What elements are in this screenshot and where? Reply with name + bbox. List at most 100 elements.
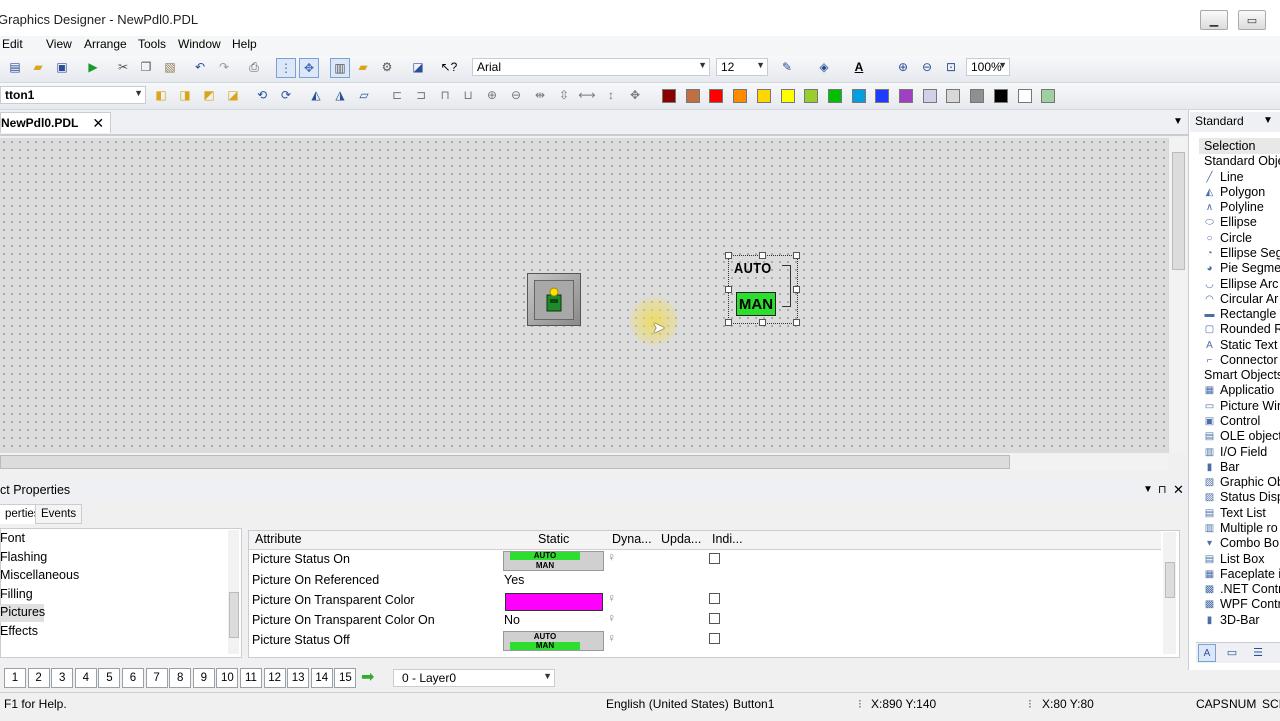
open-folder-icon[interactable]: ▰ <box>29 58 47 76</box>
lightbulb-icon[interactable]: ♀ <box>607 611 616 625</box>
tab-events[interactable]: Events <box>35 504 83 524</box>
close-panel-icon[interactable]: ✕ <box>1173 482 1184 498</box>
color-swatch[interactable] <box>780 89 795 103</box>
palette-item-text-list[interactable]: Text List <box>1220 506 1266 520</box>
palette-icon[interactable]: ⚙ <box>378 58 396 76</box>
palette-item-faceplate-i[interactable]: Faceplate i <box>1220 567 1280 581</box>
palette-item-ellipse[interactable]: Ellipse <box>1220 215 1257 229</box>
menu-arrange[interactable]: Arrange <box>84 37 127 51</box>
static-value[interactable]: Yes <box>504 573 524 587</box>
palette-item-picture-win[interactable]: Picture Win <box>1220 399 1280 413</box>
transparent-color-swatch[interactable] <box>505 593 603 611</box>
color-swatch[interactable] <box>970 89 985 103</box>
flip-vertical-icon[interactable]: ◮ <box>331 86 349 104</box>
tree-item-font[interactable]: Font <box>0 531 25 545</box>
color-swatch[interactable] <box>922 89 937 103</box>
layer-button-7[interactable]: 7 <box>145 668 168 688</box>
palette-item-applicatio[interactable]: Applicatio <box>1220 383 1274 397</box>
zoom-in-icon[interactable]: ⊕ <box>894 58 912 76</box>
tree-item-miscellaneous[interactable]: Miscellaneous <box>0 568 79 582</box>
copy-icon[interactable]: ❐ <box>137 58 155 76</box>
palette-item-polyline[interactable]: Polyline <box>1220 200 1264 214</box>
styles-tab-icon[interactable]: ☰ <box>1250 644 1266 660</box>
column-update[interactable]: Upda... <box>661 532 701 546</box>
spacing-horizontal-icon[interactable]: ⇹ <box>531 86 549 104</box>
resize-handle[interactable] <box>793 319 800 326</box>
palette-item-status-disp[interactable]: Status Disp <box>1220 490 1280 504</box>
scroll-thumb[interactable] <box>1172 152 1185 270</box>
palette-item-bar[interactable]: Bar <box>1220 460 1239 474</box>
layer-button-13[interactable]: 13 <box>287 668 310 688</box>
cut-icon[interactable]: ✂ <box>114 58 132 76</box>
layers-icon[interactable]: ◪ <box>409 58 427 76</box>
tree-item-pictures[interactable]: Pictures <box>0 605 45 619</box>
same-width-icon[interactable]: ⟷ <box>578 86 596 104</box>
layer-button-1[interactable]: 1 <box>4 668 26 688</box>
indirect-checkbox[interactable] <box>709 553 720 564</box>
layer-button-8[interactable]: 8 <box>169 668 192 688</box>
close-tab-icon[interactable]: ✕ <box>92 115 104 132</box>
palette-item-selection[interactable]: Selection <box>1204 139 1255 153</box>
resize-handle[interactable] <box>725 286 732 293</box>
column-indirect[interactable]: Indi... <box>712 532 743 546</box>
align-top-icon[interactable]: ⊓ <box>436 86 454 104</box>
line-color-icon[interactable]: ✎ <box>778 58 796 76</box>
palette-item-multiple-ro[interactable]: Multiple ro <box>1220 521 1278 535</box>
color-swatch[interactable] <box>993 89 1008 103</box>
palette-item-ellipse-seg[interactable]: Ellipse Seg <box>1220 246 1280 260</box>
send-to-back-icon[interactable]: ◨ <box>176 86 194 104</box>
layer-button-6[interactable]: 6 <box>122 668 144 688</box>
maximize-button[interactable]: ▭ <box>1238 10 1266 30</box>
table-row[interactable]: Picture Status On <box>252 552 350 566</box>
align-right-icon[interactable]: ⊐ <box>412 86 430 104</box>
controls-tab-icon[interactable]: ▭ <box>1224 644 1240 660</box>
font-size-select[interactable]: 12 ▼ <box>716 58 768 76</box>
layer-button-9[interactable]: 9 <box>192 668 215 688</box>
palette-item-control[interactable]: Control <box>1220 414 1260 428</box>
palette-item-3d-bar[interactable]: 3D-Bar <box>1220 613 1260 627</box>
palette-item-polygon[interactable]: Polygon <box>1220 185 1265 199</box>
backward-icon[interactable]: ◪ <box>224 86 242 104</box>
color-swatch[interactable] <box>946 89 961 103</box>
layer-button-4[interactable]: 4 <box>74 668 97 688</box>
drawing-canvas[interactable] <box>0 138 1168 453</box>
palette-item-static-text[interactable]: Static Text <box>1220 338 1277 352</box>
palette-item-list-box[interactable]: List Box <box>1220 552 1264 566</box>
align-left-icon[interactable]: ⊏ <box>388 86 406 104</box>
palette-item-rounded-r[interactable]: Rounded R <box>1220 322 1280 336</box>
run-icon[interactable]: ▶ <box>84 58 102 76</box>
color-swatch[interactable] <box>804 89 819 103</box>
fill-color-icon[interactable]: ◈ <box>815 58 833 76</box>
scroll-thumb[interactable] <box>0 455 1010 469</box>
table-row[interactable]: Picture On Transparent Color <box>252 593 415 607</box>
indirect-checkbox[interactable] <box>709 593 720 604</box>
resize-handle[interactable] <box>793 252 800 259</box>
forward-icon[interactable]: ◩ <box>200 86 218 104</box>
column-dynamic[interactable]: Dyna... <box>612 532 652 546</box>
spacing-vertical-icon[interactable]: ⇳ <box>555 86 573 104</box>
align-bottom-icon[interactable]: ⊔ <box>459 86 477 104</box>
indirect-checkbox[interactable] <box>709 633 720 644</box>
indirect-checkbox[interactable] <box>709 613 720 624</box>
layer-button-10[interactable]: 10 <box>216 668 239 688</box>
tab-list-icon[interactable]: ▼ <box>1173 116 1183 127</box>
layer-button-12[interactable]: 12 <box>263 668 286 688</box>
zoom-out-icon[interactable]: ⊖ <box>918 58 936 76</box>
color-swatch[interactable] <box>709 89 724 103</box>
palette-item-circular-ar[interactable]: Circular Ar <box>1220 292 1278 306</box>
flip-horizontal-icon[interactable]: ◭ <box>307 86 325 104</box>
bring-to-front-icon[interactable]: ◧ <box>152 86 170 104</box>
minimize-button[interactable]: ▁ <box>1200 10 1228 30</box>
scroll-thumb[interactable] <box>1165 562 1175 598</box>
lightbulb-icon[interactable]: ♀ <box>607 631 616 645</box>
palette-item-rectangle[interactable]: Rectangle <box>1220 307 1276 321</box>
new-icon[interactable]: ▤ <box>6 58 24 76</box>
resize-handle[interactable] <box>759 252 766 259</box>
tree-scrollbar[interactable] <box>228 530 239 654</box>
layer-button-15[interactable]: 15 <box>334 668 357 688</box>
lightbulb-icon[interactable]: ♀ <box>607 591 616 605</box>
palette-item-wpf-contr[interactable]: WPF Contr <box>1220 597 1280 611</box>
color-swatch[interactable] <box>756 89 771 103</box>
picture-status-off-preview[interactable]: AUTO MAN <box>503 631 604 651</box>
resize-handle[interactable] <box>725 319 732 326</box>
